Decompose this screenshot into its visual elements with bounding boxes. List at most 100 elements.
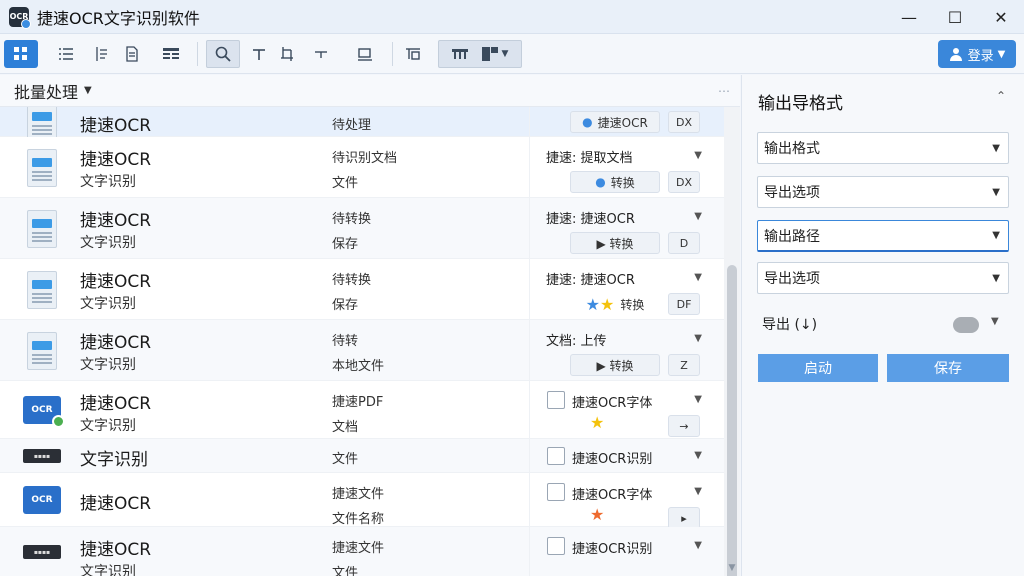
app-logo-icon: OCR — [9, 6, 31, 29]
convert-label: 捷速OCR — [597, 115, 648, 130]
chevron-down-icon[interactable]: ▼ — [991, 316, 999, 327]
search-icon — [215, 46, 231, 62]
convert-button[interactable]: ▶ 转换 — [570, 232, 660, 254]
file-row[interactable]: ▪▪▪▪ 捷速OCR 文字识别 捷速文件 文件 捷速OCR识别 ▼ — [0, 527, 724, 576]
list-view-button[interactable] — [54, 40, 78, 68]
crop-button[interactable] — [276, 40, 298, 68]
file-row[interactable]: 捷速OCR 文字识别 待转换 保存 捷速: 捷速OCR ▼ ▶ 转换 D — [0, 198, 724, 259]
column-divider — [529, 198, 530, 258]
row-action-button[interactable]: ▸ — [668, 507, 700, 529]
file-status: 捷速PDF — [332, 395, 384, 410]
file-row[interactable]: 捷速OCR 文字识别 待转 本地文件 文档: 上传 ▼ ▶ 转换 Z — [0, 320, 724, 381]
file-row[interactable]: OCR 捷速OCR 捷速文件 文件名称 捷速OCR字体 ▼ ★ ▸ — [0, 473, 724, 529]
row-action-button[interactable]: DF — [668, 293, 700, 315]
login-button[interactable]: 登录 ▼ — [938, 40, 1016, 68]
output-path-select[interactable]: 输出路径 ▼ — [757, 220, 1009, 252]
export-options-select-2[interactable]: 导出选项 ▼ — [757, 262, 1009, 294]
convert-button[interactable]: ● 捷速OCR — [570, 111, 660, 133]
chevron-down-icon[interactable]: ▼ — [694, 486, 702, 497]
file-subtitle: 文字识别 — [80, 564, 136, 576]
more-icon[interactable]: ⋯ — [718, 84, 730, 98]
document-icon — [27, 332, 57, 370]
file-type: 本地文件 — [332, 359, 385, 374]
file-name: 捷速OCR — [80, 272, 152, 292]
file-subtitle: 文字识别 — [80, 357, 136, 373]
convert-button[interactable]: ▶ 转换 — [570, 354, 660, 376]
document-icon — [27, 149, 57, 187]
document-icon — [27, 107, 57, 141]
file-thumb: ▪▪▪▪ — [22, 532, 62, 572]
column-divider — [529, 473, 530, 526]
file-thumb: OCR — [22, 390, 65, 430]
export-options-select[interactable]: 导出选项 ▼ — [757, 176, 1009, 208]
chevron-down-icon[interactable]: ▼ — [694, 211, 702, 222]
start-button[interactable]: 启动 — [758, 354, 878, 382]
convert-button[interactable]: ● 转换 — [570, 171, 660, 193]
select-area-button[interactable] — [400, 40, 426, 68]
chevron-down-icon: ▼ — [992, 272, 1000, 284]
close-button[interactable]: ✕ — [978, 0, 1024, 34]
export-options-value-2: 导出选项 — [764, 271, 820, 287]
column-divider — [529, 259, 530, 319]
maximize-button[interactable]: ☐ — [932, 0, 978, 34]
chevron-down-icon[interactable]: ▼ — [694, 150, 702, 161]
star-icon: ★ — [599, 294, 615, 314]
row-checkbox[interactable] — [547, 483, 565, 501]
file-thumb — [22, 270, 62, 310]
align-left-button[interactable] — [90, 40, 114, 68]
table-button[interactable] — [158, 40, 184, 68]
chevron-down-icon[interactable]: ▼ — [694, 450, 702, 461]
row-checkbox[interactable] — [547, 537, 565, 555]
chevron-down-icon: ▼ — [501, 49, 509, 59]
file-row[interactable]: 捷速OCR 文字识别 待转换 保存 捷速: 捷速OCR ▼ ★ ★ 转换 DF — [0, 259, 724, 320]
text-tool-button[interactable] — [248, 40, 270, 68]
file-row[interactable]: OCR 捷速OCR 文字识别 捷速PDF 文档 捷速OCR字体 ▼ ★ → — [0, 381, 724, 439]
row-action-button[interactable]: → — [668, 415, 700, 437]
row-action-button[interactable]: DX — [668, 111, 700, 133]
row-action-button[interactable]: D — [668, 232, 700, 254]
file-name: 捷速OCR — [80, 540, 152, 560]
image-strip-icon: ▪▪▪▪ — [23, 545, 61, 559]
grid-view-button[interactable] — [4, 40, 38, 68]
row-action-button[interactable]: Z — [668, 354, 700, 376]
convert-label: ▶ 转换 — [596, 236, 634, 251]
convert-button[interactable]: ★ ★ 转换 — [570, 293, 660, 315]
row-action-button[interactable]: DX — [668, 171, 700, 193]
file-type: 文档 — [332, 420, 359, 435]
layout-dropdown[interactable]: ▼ — [438, 40, 522, 68]
zoom-button[interactable] — [206, 40, 240, 68]
save-button[interactable]: 保存 — [887, 354, 1009, 382]
output-format-select[interactable]: 输出格式 ▼ — [757, 132, 1009, 164]
scroll-down-icon[interactable]: ▼ — [724, 563, 740, 573]
chevron-down-icon[interactable]: ▼ — [694, 394, 702, 405]
file-name: 捷速OCR — [80, 333, 152, 353]
scrollbar-thumb[interactable] — [727, 265, 737, 576]
frame-icon — [358, 48, 372, 61]
file-row[interactable]: 捷速OCR 待处理 ● 捷速OCR DX — [0, 107, 724, 141]
row-checkbox[interactable] — [547, 447, 565, 465]
minimize-button[interactable]: — — [886, 0, 932, 34]
file-type: 保存 — [332, 237, 359, 252]
collapse-icon[interactable]: ⌃ — [996, 89, 1006, 103]
file-status: 待转换 — [332, 273, 372, 288]
row-checkbox[interactable] — [547, 391, 565, 409]
file-row[interactable]: ▪▪▪▪ 文字识别 文件 捷速OCR识别 ▼ — [0, 439, 724, 473]
chevron-down-icon[interactable]: ▼ — [694, 272, 702, 283]
columns-icon — [451, 49, 468, 59]
convert-label: 转换 — [620, 297, 645, 312]
document-icon — [27, 210, 57, 248]
table-icon — [163, 48, 179, 59]
line-tool-button[interactable] — [310, 40, 332, 68]
document-button[interactable] — [120, 40, 144, 68]
chevron-down-icon[interactable]: ▼ — [694, 333, 702, 344]
file-thumb — [22, 148, 62, 188]
window-title: 捷速OCR文字识别软件 — [37, 8, 200, 28]
window-controls: — ☐ ✕ — [886, 0, 1024, 34]
frame-button[interactable] — [352, 40, 378, 68]
chevron-down-icon[interactable]: ▼ — [694, 540, 702, 551]
export-toggle[interactable] — [953, 317, 979, 333]
output-path-value: 输出路径 — [764, 228, 820, 245]
batch-header[interactable]: 批量处理 ▼ ⋯ — [0, 75, 740, 107]
file-name: 捷速OCR — [80, 116, 152, 136]
file-row[interactable]: 捷速OCR 文字识别 待识别文档 文件 捷速: 提取文档 ▼ ● 转换 DX — [0, 137, 724, 198]
